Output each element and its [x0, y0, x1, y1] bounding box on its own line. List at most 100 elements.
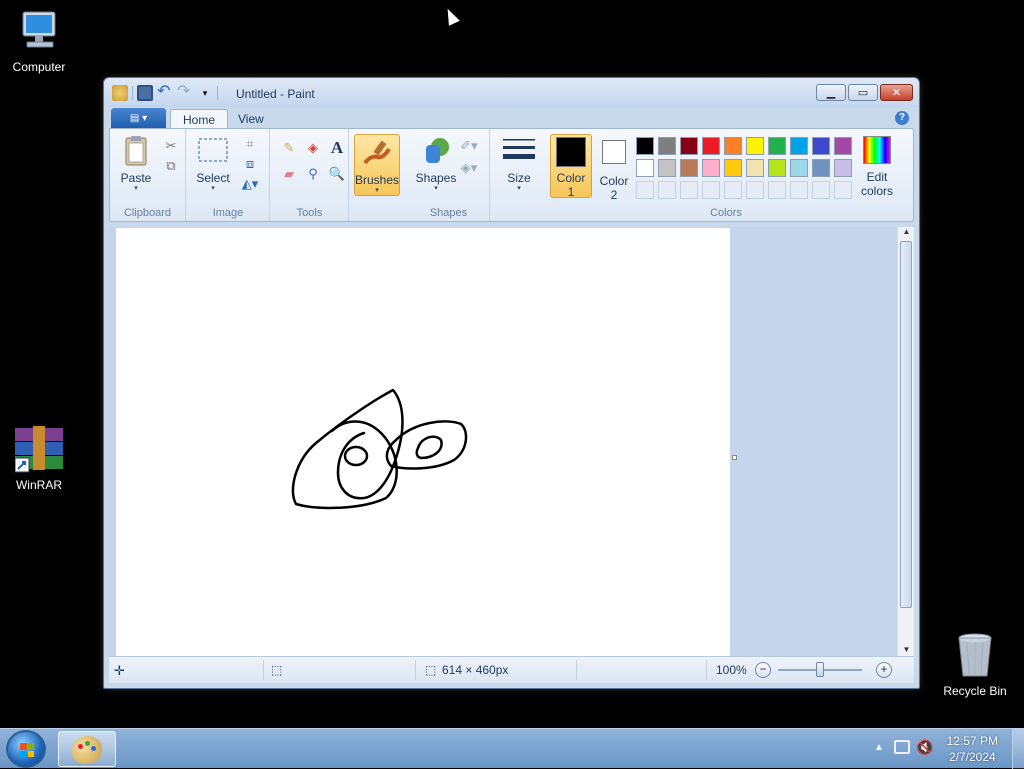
- color1-label-line1: Color: [556, 171, 586, 185]
- paint-app-icon[interactable]: [112, 85, 128, 101]
- palette-swatch[interactable]: [768, 137, 786, 155]
- palette-custom-slot[interactable]: [702, 181, 720, 199]
- color2-button[interactable]: Color 2: [594, 136, 634, 202]
- select-button[interactable]: Select ▾: [193, 135, 233, 193]
- undo-icon[interactable]: ↶: [157, 84, 173, 101]
- edit-colors-icon: [863, 136, 891, 164]
- palette-swatch[interactable]: [834, 137, 852, 155]
- shapes-button[interactable]: Shapes ▾: [414, 135, 458, 193]
- palette-swatch[interactable]: [746, 159, 764, 177]
- shapes-label: Shapes: [415, 171, 457, 185]
- drawing-canvas[interactable]: [116, 228, 730, 657]
- vertical-scrollbar[interactable]: ▲ ▼: [897, 227, 914, 657]
- magnifier-icon[interactable]: 🔍: [328, 165, 346, 183]
- select-icon: [197, 135, 229, 167]
- palette-custom-slot[interactable]: [636, 181, 654, 199]
- network-icon[interactable]: [894, 740, 910, 754]
- size-group: Size ▾: [491, 129, 547, 221]
- palette-swatch[interactable]: [702, 159, 720, 177]
- canvas-dimensions: 614 × 460px: [442, 663, 509, 677]
- palette-custom-slot[interactable]: [724, 181, 742, 199]
- volume-muted-icon[interactable]: 🔇: [916, 739, 933, 756]
- taskbar-paint-button[interactable]: [58, 731, 116, 767]
- palette-swatch[interactable]: [768, 159, 786, 177]
- eraser-icon[interactable]: ▰: [280, 165, 298, 183]
- close-button[interactable]: ✕: [880, 84, 913, 101]
- pencil-icon[interactable]: ✎: [280, 139, 298, 157]
- tools-group-label: Tools: [296, 207, 323, 219]
- selection-size-icon: ⬚: [271, 663, 283, 677]
- palette-swatch[interactable]: [658, 159, 676, 177]
- zoom-slider-thumb[interactable]: [816, 662, 824, 677]
- palette-custom-slot[interactable]: [680, 181, 698, 199]
- paste-icon: [120, 135, 152, 167]
- status-divider: [576, 660, 577, 680]
- start-button[interactable]: [6, 730, 46, 768]
- show-desktop-button[interactable]: [1012, 729, 1024, 769]
- palette-custom-slot[interactable]: [658, 181, 676, 199]
- outline-icon[interactable]: ✐▾: [460, 137, 478, 155]
- palette-custom-slot[interactable]: [834, 181, 852, 199]
- rotate-icon[interactable]: ◭▾: [241, 175, 259, 193]
- edit-colors-button[interactable]: Edit colors: [855, 136, 899, 198]
- palette-swatch[interactable]: [724, 137, 742, 155]
- brushes-button[interactable]: Brushes ▾: [354, 134, 400, 196]
- shape-fill-icon[interactable]: ◈▾: [460, 159, 478, 177]
- palette-swatch[interactable]: [812, 159, 830, 177]
- zoom-level: 100%: [716, 663, 747, 677]
- palette-swatch[interactable]: [790, 159, 808, 177]
- palette-swatch[interactable]: [724, 159, 742, 177]
- status-bar: ✛ ⬚ ⬚ 614 × 460px 100% − +: [109, 656, 914, 683]
- palette-custom-slot[interactable]: [790, 181, 808, 199]
- computer-desktop-icon[interactable]: Computer: [1, 8, 77, 74]
- help-icon[interactable]: ?: [895, 111, 909, 125]
- palette-swatch[interactable]: [636, 159, 654, 177]
- paste-button[interactable]: Paste ▾: [116, 135, 156, 193]
- paint-menu-button[interactable]: ▤ ▾: [111, 108, 166, 128]
- redo-icon[interactable]: ↷: [177, 84, 193, 101]
- status-divider: [706, 660, 707, 680]
- color-picker-icon[interactable]: ⚲: [304, 165, 322, 183]
- save-icon[interactable]: [137, 85, 153, 101]
- palette-custom-slot[interactable]: [768, 181, 786, 199]
- tab-home[interactable]: Home: [170, 109, 229, 129]
- title-bar[interactable]: ↶ ↷ ▾ Untitled - Paint ▁ ▭ ✕: [104, 78, 919, 107]
- color1-button[interactable]: Color 1: [550, 134, 592, 199]
- winrar-desktop-icon[interactable]: WinRAR: [1, 426, 77, 492]
- paint-window: ↶ ↷ ▾ Untitled - Paint ▁ ▭ ✕ ▤ ▾ Home Vi…: [103, 77, 920, 689]
- image-group-label: Image: [212, 207, 244, 219]
- palette-swatch[interactable]: [746, 137, 764, 155]
- scroll-thumb[interactable]: [900, 241, 912, 608]
- copy-icon[interactable]: ⧉: [162, 157, 180, 175]
- palette-custom-slot[interactable]: [812, 181, 830, 199]
- palette-swatch[interactable]: [812, 137, 830, 155]
- fill-icon[interactable]: ◈: [304, 139, 322, 157]
- palette-custom-slot[interactable]: [746, 181, 764, 199]
- window-title: Untitled - Paint: [236, 87, 315, 101]
- status-divider: [263, 660, 264, 680]
- maximize-button[interactable]: ▭: [848, 84, 878, 101]
- crop-icon[interactable]: ⌗: [241, 135, 259, 153]
- size-label: Size: [507, 171, 531, 185]
- palette-swatch[interactable]: [680, 159, 698, 177]
- recycle-bin-desktop-icon[interactable]: Recycle Bin: [937, 632, 1013, 698]
- show-hidden-icons[interactable]: ▲: [874, 742, 884, 753]
- cut-icon[interactable]: ✂: [162, 137, 180, 155]
- palette-swatch[interactable]: [680, 137, 698, 155]
- text-icon[interactable]: A: [328, 138, 346, 157]
- scroll-up-arrow[interactable]: ▲: [898, 227, 915, 239]
- minimize-button[interactable]: ▁: [816, 84, 846, 101]
- palette-swatch[interactable]: [834, 159, 852, 177]
- size-button[interactable]: Size ▾: [497, 135, 541, 193]
- palette-swatch[interactable]: [702, 137, 720, 155]
- palette-swatch[interactable]: [790, 137, 808, 155]
- canvas-resize-handle[interactable]: [732, 455, 737, 460]
- palette-swatch[interactable]: [658, 137, 676, 155]
- zoom-out-button[interactable]: −: [755, 662, 771, 678]
- clock[interactable]: 12:57 PM 2/7/2024: [947, 733, 998, 765]
- resize-icon[interactable]: ⧈: [241, 155, 259, 173]
- palette-swatch[interactable]: [636, 137, 654, 155]
- customize-qat-icon[interactable]: ▾: [197, 85, 213, 101]
- tab-view[interactable]: View: [226, 109, 276, 129]
- zoom-in-button[interactable]: +: [876, 662, 892, 678]
